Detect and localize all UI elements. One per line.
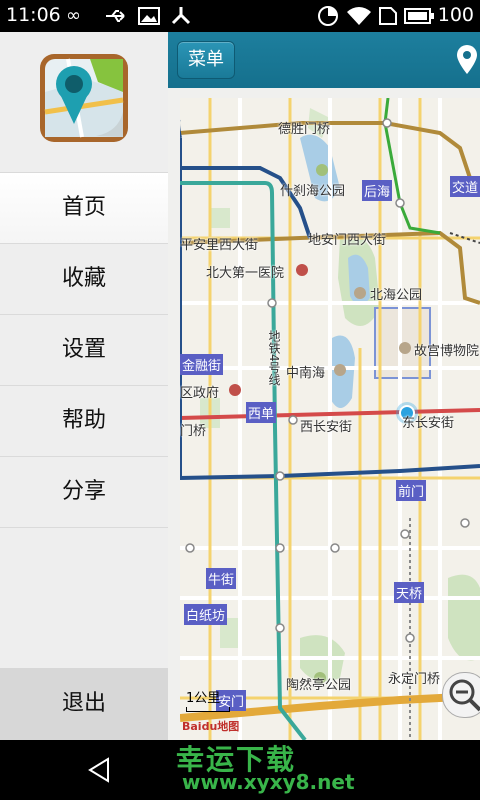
metro-line-8: [383, 98, 441, 235]
navigation-drawer: 首页 收藏 设置 帮助 分享 退出: [0, 32, 169, 740]
top-toolbar: 菜单: [168, 32, 480, 88]
station-label: 后海: [362, 180, 393, 201]
station-label: 西单: [246, 402, 277, 423]
station-label: 交道: [450, 176, 480, 197]
map-label: 东长安街: [402, 416, 455, 431]
map-view[interactable]: 德胜门桥 交道 什刹海公园 后海 平安里西大街 地安门西大街 北大第一医院 北海…: [180, 98, 480, 740]
drawer-item-help[interactable]: 帮助: [0, 385, 168, 456]
map-label: 中南海: [286, 366, 326, 381]
map-label: 德胜门桥: [278, 122, 331, 137]
hospital-icon: [296, 264, 308, 276]
park-icon: [334, 364, 346, 376]
drawer-item-home[interactable]: 首页: [0, 172, 168, 243]
map-label: 什刹海公园: [280, 184, 346, 199]
station-label: 白纸坊: [184, 604, 228, 625]
zoom-out-icon: [449, 679, 480, 712]
baidu-map-logo: Baidu地图: [182, 720, 240, 733]
scale-bar: [186, 707, 230, 712]
map-label: 区政府: [180, 386, 220, 401]
map-label: 地安门西大街: [308, 233, 387, 248]
drawer-item-settings[interactable]: 设置: [0, 314, 168, 385]
map-label: 门桥: [180, 424, 207, 439]
data-icon: [318, 6, 338, 26]
drawer-item-favorites[interactable]: 收藏: [0, 243, 168, 314]
map-label: 北海公园: [370, 288, 423, 303]
usb-icon: [106, 10, 125, 22]
menu-button[interactable]: 菜单: [177, 41, 235, 79]
scale-label: 1公里: [186, 691, 221, 706]
park-icon: [316, 164, 328, 176]
watermark-url: www.xyxy8.net: [182, 770, 355, 794]
museum-icon: [399, 342, 411, 354]
zoom-out-button[interactable]: [442, 672, 480, 718]
station-label: 牛街: [206, 568, 237, 589]
metro-line-label: 地铁4号线: [267, 330, 281, 386]
battery-percent: 100: [437, 4, 474, 26]
app-screen: 11:06 ∞ 100 首页 收藏 设置 帮助 分享 退出 菜单 德胜门桥 交道…: [0, 0, 480, 800]
main-content: 菜单 德胜门桥 交道 什刹海公园 后海 平安里西大街 地安门西大街 北大第一医院…: [168, 32, 480, 740]
image-icon: [138, 7, 160, 25]
park-shape: [448, 574, 480, 661]
map-label: 故宫博物院: [414, 344, 480, 359]
station-label: 天桥: [394, 582, 425, 603]
drawer-item-exit[interactable]: 退出: [0, 668, 168, 740]
map-label: 平安里西大街: [180, 238, 259, 253]
back-icon: [88, 757, 109, 783]
drawer-item-share[interactable]: 分享: [0, 456, 168, 528]
sim-icon: [379, 7, 397, 25]
map-label: 陶然亭公园: [286, 678, 352, 693]
app-logo-icon: [40, 54, 128, 142]
map-label: 西长安街: [300, 420, 353, 435]
map-label: 永定门桥: [388, 672, 441, 687]
drawer-menu: 首页 收藏 设置 帮助 分享: [0, 172, 168, 528]
wifi-icon: [347, 7, 371, 25]
infinity-icon: ∞: [66, 5, 81, 26]
station-label: 前门: [396, 480, 427, 501]
back-button[interactable]: [86, 756, 114, 784]
park-icon: [354, 287, 366, 299]
battery-icon: [404, 8, 434, 24]
share-icon: [171, 7, 191, 25]
location-pin-icon[interactable]: [456, 44, 478, 76]
status-bar: 11:06 ∞ 100: [0, 0, 480, 32]
government-icon: [229, 384, 241, 396]
status-time: 11:06: [6, 4, 61, 26]
station-label: 金融街: [180, 354, 224, 375]
map-label: 北大第一医院: [206, 266, 285, 281]
